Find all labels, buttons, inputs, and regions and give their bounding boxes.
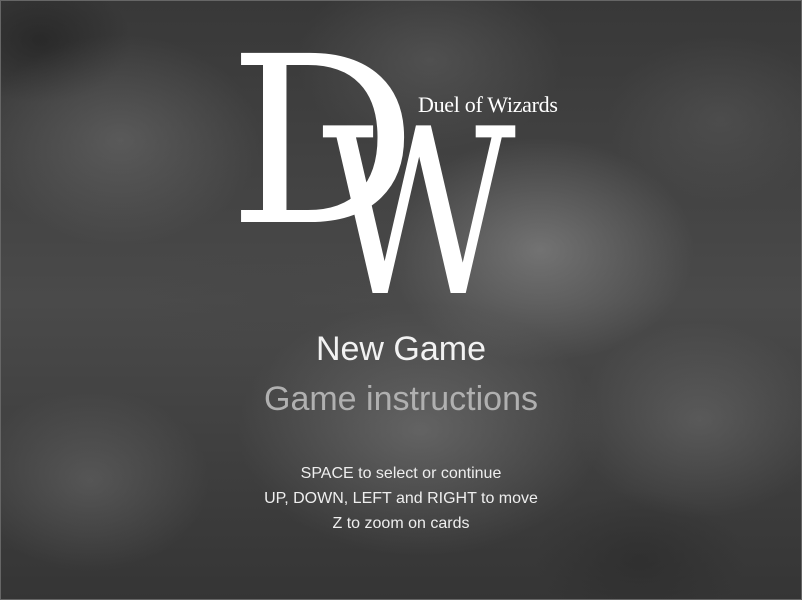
help-line-select: SPACE to select or continue <box>300 465 502 482</box>
controls-help: SPACE to select or continue UP, DOWN, LE… <box>0 461 802 536</box>
title-screen: D W Duel of Wizards New Game Game instru… <box>0 0 802 600</box>
help-line-zoom: Z to zoom on cards <box>332 515 470 532</box>
new-game-menu-item[interactable]: New Game <box>0 324 802 374</box>
game-logo: D W Duel of Wizards <box>0 0 802 330</box>
game-instructions-menu-item[interactable]: Game instructions <box>0 374 802 424</box>
main-menu: New Game Game instructions <box>0 324 802 424</box>
logo-title: Duel of Wizards <box>418 92 558 117</box>
logo-letter-w: W <box>322 81 516 348</box>
help-line-move: UP, DOWN, LEFT and RIGHT to move <box>264 490 538 507</box>
